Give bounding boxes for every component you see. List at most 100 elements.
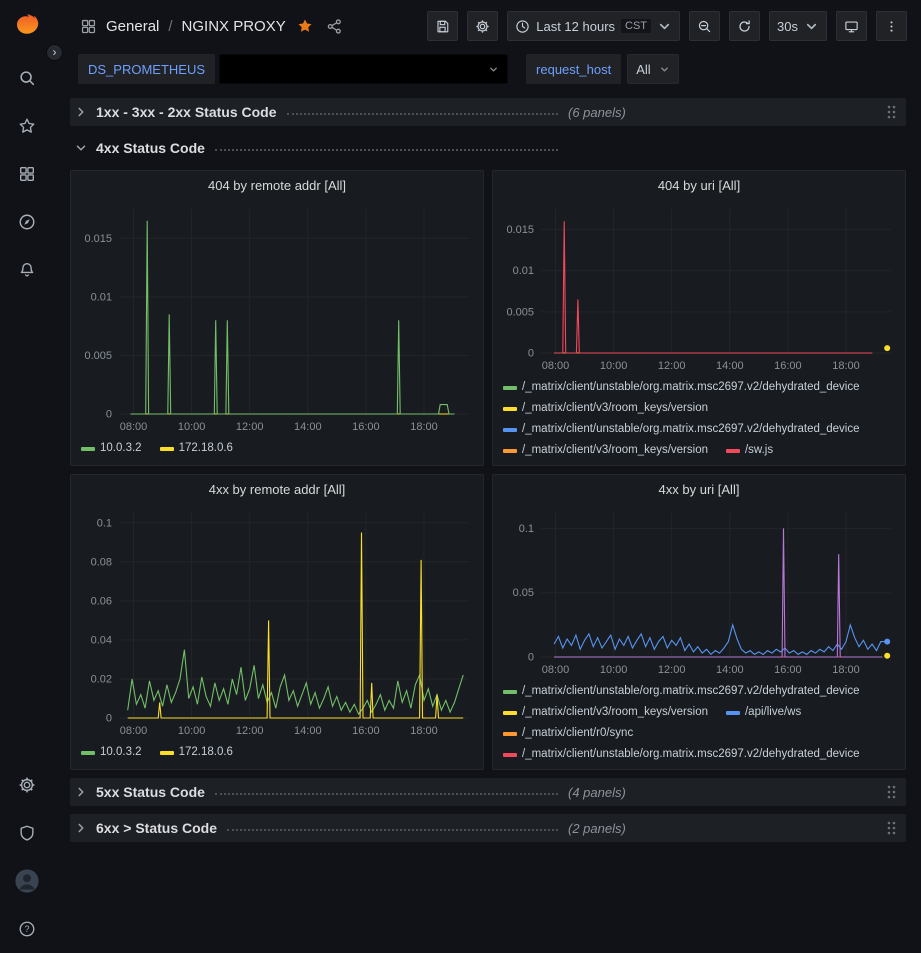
sidebar-item-search[interactable] (0, 54, 54, 102)
gear-icon (475, 19, 490, 34)
sidebar-bottom-nav: ? (0, 761, 54, 953)
series-label: /api/live/ws (745, 702, 801, 723)
panel-header[interactable]: 404 by uri [All] (493, 171, 905, 199)
svg-text:10:00: 10:00 (178, 725, 206, 737)
panel-header[interactable]: 4xx by uri [All] (493, 475, 905, 503)
svg-text:0.05: 0.05 (513, 587, 534, 599)
panel-4xx-by-uri: 4xx by uri [All] 00.050.108:0010:0012:00… (492, 474, 906, 770)
dashboard-row-5xx[interactable]: 5xx Status Code (4 panels) (70, 778, 906, 806)
svg-text:08:00: 08:00 (542, 360, 570, 372)
sidebar-item-profile[interactable] (0, 857, 54, 905)
time-series-plot: 00.0050.010.01508:0010:0012:0014:0016:00… (71, 199, 483, 436)
svg-text:10:00: 10:00 (600, 664, 628, 676)
time-zoom-out-button[interactable] (689, 11, 720, 41)
star-icon (18, 117, 36, 135)
legend-item[interactable]: /_matrix/client/r0/sync (503, 723, 633, 744)
legend-row: 10.0.3.2 172.18.0.6 (81, 438, 473, 459)
time-series-plot: 00.0050.010.01508:0010:0012:0014:0016:00… (493, 199, 905, 375)
legend-item[interactable]: /_matrix/client/v3/room_keys/version (503, 702, 708, 723)
svg-text:08:00: 08:00 (542, 664, 570, 676)
refresh-button[interactable] (729, 11, 760, 41)
row-drag-handle[interactable] (884, 818, 898, 838)
legend-item[interactable]: 172.18.0.6 (160, 438, 233, 459)
series-label: 172.18.0.6 (179, 742, 233, 763)
svg-text:0: 0 (106, 713, 112, 725)
variable-value-dropdown[interactable] (219, 54, 508, 84)
legend-item[interactable]: 172.18.0.6 (160, 742, 233, 763)
legend-item[interactable]: /_matrix/client/unstable/org.matrix.msc2… (503, 744, 860, 765)
panel-4xx-by-remote-addr: 4xx by remote addr [All] 00.020.040.060.… (70, 474, 484, 770)
share-icon (326, 18, 343, 35)
legend-row: /_matrix/client/unstable/org.matrix.msc2… (503, 681, 895, 702)
panel-grid: 404 by remote addr [All] 00.0050.010.015… (70, 170, 906, 770)
row-drag-handle[interactable] (884, 102, 898, 122)
refresh-icon (737, 19, 752, 34)
kiosk-mode-button[interactable] (836, 11, 867, 41)
svg-text:18:00: 18:00 (410, 725, 438, 737)
series-label: /_matrix/client/unstable/org.matrix.msc2… (522, 744, 860, 765)
legend-item[interactable]: /_matrix/client/unstable/org.matrix.msc2… (503, 377, 860, 398)
legend-item[interactable]: /_matrix/client/unstable/org.matrix.msc2… (503, 681, 860, 702)
svg-text:12:00: 12:00 (236, 725, 264, 737)
save-dashboard-button[interactable] (427, 11, 458, 41)
dashboard-row-1xx-3xx-2xx[interactable]: 1xx - 3xx - 2xx Status Code (6 panels) (70, 98, 906, 126)
legend-item[interactable]: /sw.js (726, 440, 773, 461)
dashboard-row-6xx[interactable]: 6xx > Status Code (2 panels) (70, 814, 906, 842)
dashboard-navbar: General / NGINX PROXY Last 12 hours (54, 0, 921, 52)
legend-item[interactable]: /_matrix/client/v3/room_keys/version (503, 398, 708, 419)
svg-text:0.005: 0.005 (506, 306, 534, 318)
star-filled-icon (297, 18, 313, 34)
chart-area[interactable]: 00.050.108:0010:0012:0014:0016:0018:00 (493, 503, 905, 679)
share-button[interactable] (326, 18, 343, 35)
legend-item[interactable]: 10.0.3.2 (81, 742, 142, 763)
apps-icon (80, 18, 97, 35)
time-range-picker[interactable]: Last 12 hours CST (507, 11, 680, 41)
dashboard-row-4xx[interactable]: 4xx Status Code (70, 134, 906, 162)
dotted-leader (227, 829, 558, 831)
favorite-star-button[interactable] (297, 18, 313, 34)
dashboard-settings-button[interactable] (467, 11, 498, 41)
breadcrumb-dashboard-title[interactable]: NGINX PROXY (182, 18, 286, 35)
sidebar-item-configuration[interactable] (0, 761, 54, 809)
panel-header[interactable]: 404 by remote addr [All] (71, 171, 483, 199)
breadcrumb-folder[interactable]: General (106, 18, 159, 35)
grafana-flame-icon (12, 10, 42, 40)
series-label: /sw.js (745, 440, 773, 461)
series-label: 10.0.3.2 (100, 438, 142, 459)
series-color-marker (160, 751, 174, 755)
monitor-icon (844, 19, 859, 34)
legend-item[interactable]: /_matrix/client/v3/room_keys/version (503, 440, 708, 461)
legend-item[interactable]: /_matrix/client/unstable/org.matrix.msc2… (503, 419, 860, 440)
refresh-interval-picker[interactable]: 30s (769, 11, 827, 41)
row-drag-handle[interactable] (884, 782, 898, 802)
series-color-marker (503, 449, 517, 453)
legend-item[interactable]: /api/live/ws (726, 702, 801, 723)
row-panel-count: (4 panels) (568, 785, 626, 800)
sidebar-item-explore[interactable] (0, 198, 54, 246)
sidebar-item-dashboards[interactable] (0, 150, 54, 198)
variable-ds-prometheus: DS_PROMETHEUS (78, 54, 508, 84)
sidebar-item-help[interactable]: ? (0, 905, 54, 953)
svg-text:14:00: 14:00 (716, 664, 744, 676)
svg-text:16:00: 16:00 (352, 421, 380, 433)
sidebar-item-alerting[interactable] (0, 246, 54, 294)
row-title: 1xx - 3xx - 2xx Status Code (96, 104, 277, 120)
chart-area[interactable]: 00.020.040.060.080.108:0010:0012:0014:00… (71, 503, 483, 740)
chart-area[interactable]: 00.0050.010.01508:0010:0012:0014:0016:00… (493, 199, 905, 375)
panel-header[interactable]: 4xx by remote addr [All] (71, 475, 483, 503)
series-color-marker (503, 386, 517, 390)
time-range-label: Last 12 hours (536, 19, 615, 34)
grafana-logo[interactable] (12, 10, 42, 40)
sidebar-item-starred[interactable] (0, 102, 54, 150)
variable-value-dropdown[interactable]: All (627, 54, 679, 84)
svg-text:?: ? (24, 924, 29, 934)
sidebar-item-server-admin[interactable] (0, 809, 54, 857)
variable-label: DS_PROMETHEUS (78, 54, 215, 84)
more-options-button[interactable] (876, 11, 907, 41)
series-color-marker (503, 753, 517, 757)
svg-text:12:00: 12:00 (658, 664, 686, 676)
legend-item[interactable]: 10.0.3.2 (81, 438, 142, 459)
chart-area[interactable]: 00.0050.010.01508:0010:0012:0014:0016:00… (71, 199, 483, 436)
series-color-marker (503, 407, 517, 411)
sidebar-expand-button[interactable]: › (46, 44, 63, 61)
